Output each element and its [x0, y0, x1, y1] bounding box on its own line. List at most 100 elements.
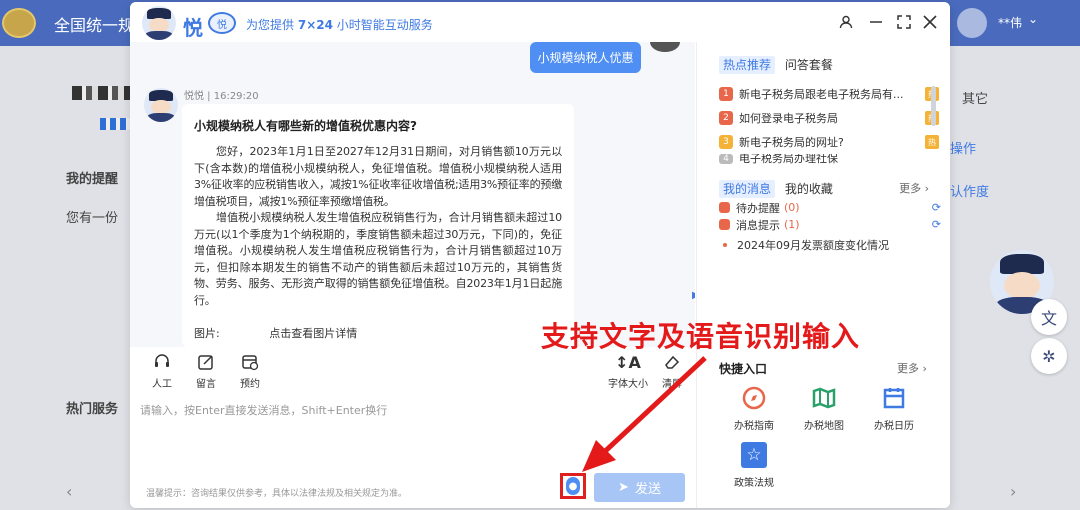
collapse-panel-icon[interactable]: ▶: [692, 290, 695, 304]
expand-icon[interactable]: [894, 12, 914, 32]
edit-icon: [186, 353, 226, 375]
bot-message-meta: 悦悦 | 16:29:20: [184, 91, 259, 102]
more-link[interactable]: 更多 ›: [897, 360, 927, 376]
message-label: 留言: [196, 379, 216, 390]
map-icon: [811, 385, 837, 411]
bot-answer-card: 小规模纳税人有哪些新的增值税优惠内容? 您好，2023年1月1日至2027年12…: [182, 104, 574, 347]
headset-icon: [142, 353, 182, 375]
notification-icon: [719, 219, 730, 230]
list-item[interactable]: 待办提醒 (0) ⟳: [719, 199, 941, 216]
slogan: 为您提供 7×24 小时智能互动服务: [246, 16, 433, 33]
appointment-label: 预约: [240, 379, 260, 390]
list-item[interactable]: 1 新电子税务局跟老电子税务局有... 热: [719, 82, 939, 106]
more-label: 更多: [897, 362, 919, 375]
user-avatar: [650, 42, 680, 52]
annotation-caption: 支持文字及语音识别输入: [541, 320, 861, 353]
quick-entry-policy[interactable]: ☆ 政策法规: [724, 442, 784, 489]
rank-badge: 3: [719, 135, 733, 149]
tab-my-favorites[interactable]: 我的收藏: [785, 182, 833, 196]
brand-logo-badge: 悦: [208, 12, 236, 34]
tab-hot-recommend[interactable]: 热点推荐: [719, 56, 776, 74]
message-label: 待办提醒: [736, 201, 780, 215]
tab-qa-package[interactable]: 问答套餐: [785, 58, 833, 72]
more-label: 更多: [899, 182, 922, 195]
list-item[interactable]: 3 新电子税务局的网址? 热: [719, 130, 939, 154]
microphone-icon: ●: [566, 477, 580, 495]
network-icon[interactable]: ✲: [1031, 338, 1067, 374]
answer-paragraph: 增值税小规模纳税人发生增值税应税销售行为，合计月销售额未超过10万元(以1个季度…: [194, 211, 562, 307]
send-label: 发送: [634, 482, 661, 497]
rank-badge: 2: [719, 111, 733, 125]
policy-icon: ☆: [741, 442, 767, 468]
list-item[interactable]: 2024年09月发票额度变化情况: [719, 236, 941, 253]
hot-list: 1 新电子税务局跟老电子税务局有... 热 2 如何登录电子税务局 热 3 新电…: [719, 82, 939, 164]
quick-entry-label: 办税指南: [734, 421, 774, 432]
message-input-placeholder[interactable]: 请输入，按Enter直接发送消息，Shift+Enter换行: [140, 402, 387, 418]
right-panel: 热点推荐 问答套餐 1 新电子税务局跟老电子税务局有... 热 2 如何登录电子…: [696, 42, 950, 508]
tax-emblem-logo: [2, 8, 36, 38]
answer-title: 小规模纳税人有哪些新的增值税优惠内容?: [194, 119, 417, 133]
clear-screen-button[interactable]: 清屏: [652, 353, 692, 390]
bullet-dot: [723, 242, 727, 247]
list-item[interactable]: 2 如何登录电子税务局 热: [719, 106, 939, 130]
slogan-bold: 7×24: [297, 18, 333, 32]
rank-badge: 1: [719, 87, 733, 101]
quick-entry-tax-guide[interactable]: 办税指南: [724, 385, 784, 432]
other-text: 其它: [962, 92, 989, 107]
todo-icon: [719, 202, 730, 213]
user-icon[interactable]: [836, 12, 856, 32]
font-size-icon: ↕A: [615, 353, 641, 372]
hot-badge: 热: [925, 135, 939, 149]
quick-entry-tax-calendar[interactable]: 办税日历: [864, 385, 924, 432]
scrollbar[interactable]: [931, 86, 936, 126]
hot-services-heading: 热门服务: [66, 402, 119, 417]
message-list: 待办提醒 (0) ⟳ 消息提示 (1) ⟳ 2024年09月发票额度变化情况: [719, 199, 941, 253]
chevron-right-icon[interactable]: ›: [1010, 482, 1016, 501]
message-input-area[interactable]: 请输入，按Enter直接发送消息，Shift+Enter换行 温馨提示：咨询结果…: [130, 397, 695, 508]
human-agent-button[interactable]: 人工: [142, 353, 182, 390]
user-avatar[interactable]: [957, 8, 987, 38]
send-icon: ➤: [618, 480, 629, 495]
font-size-label: 字体大小: [608, 379, 648, 390]
calendar-icon: [881, 385, 907, 411]
user-name[interactable]: **伟: [998, 14, 1022, 31]
list-item[interactable]: 4 电子税务局办理社保: [719, 154, 939, 164]
refresh-icon[interactable]: ⟳: [932, 218, 941, 231]
message-count: (0): [784, 201, 800, 214]
voice-input-button[interactable]: ●: [560, 473, 586, 499]
image-label: 图片:: [194, 327, 220, 340]
rank-badge: 4: [719, 154, 733, 164]
hot-tabs: 热点推荐 问答套餐: [719, 56, 833, 74]
font-size-button[interactable]: ↕A 字体大小: [608, 353, 648, 390]
message-count: (1): [784, 218, 800, 231]
more-link[interactable]: 更多 ›: [899, 180, 929, 196]
chevron-down-icon[interactable]: ⌄: [1028, 12, 1038, 26]
send-button[interactable]: ➤ 发送: [594, 473, 685, 502]
answer-image-row: 图片: 点击查看图片详情: [194, 325, 562, 341]
list-item[interactable]: 消息提示 (1) ⟳: [719, 216, 941, 233]
human-label: 人工: [152, 379, 172, 390]
leave-message-button[interactable]: 留言: [186, 353, 226, 390]
user-message-bubble: 小规模纳税人优惠: [530, 42, 641, 73]
site-title: 全国统一规: [54, 16, 135, 35]
quick-entry-label: 办税地图: [804, 421, 844, 432]
quick-entry-tax-map[interactable]: 办税地图: [794, 385, 854, 432]
answer-paragraph: 您好，2023年1月1日至2027年12月31日期间，对月销售额10万元以下(含…: [194, 145, 562, 208]
translate-icon[interactable]: 文: [1031, 299, 1067, 335]
appointment-button[interactable]: 预约: [230, 353, 270, 390]
refresh-icon[interactable]: ⟳: [932, 201, 941, 214]
chat-history[interactable]: 小规模纳税人优惠 悦悦 | 16:29:20 小规模纳税人有哪些新的增值税优惠内…: [130, 42, 695, 347]
quick-entry-label: 办税日历: [874, 421, 914, 432]
disclaimer-tip: 温馨提示：咨询结果仅供参考，具体以法律法规及相关规定为准。: [146, 489, 408, 499]
notice-text: 2024年09月发票额度变化情况: [737, 238, 889, 252]
eraser-icon: [652, 353, 692, 375]
image-detail-link[interactable]: 点击查看图片详情: [269, 327, 357, 340]
minimize-icon[interactable]: [866, 12, 886, 32]
compass-icon: [741, 385, 767, 411]
brand-logo-text: 悦: [183, 16, 203, 40]
clear-label: 清屏: [662, 379, 682, 390]
slogan-prefix: 为您提供: [246, 18, 295, 32]
close-icon[interactable]: [920, 12, 940, 32]
tab-my-messages[interactable]: 我的消息: [719, 180, 776, 198]
chevron-left-icon[interactable]: ‹: [66, 482, 72, 501]
